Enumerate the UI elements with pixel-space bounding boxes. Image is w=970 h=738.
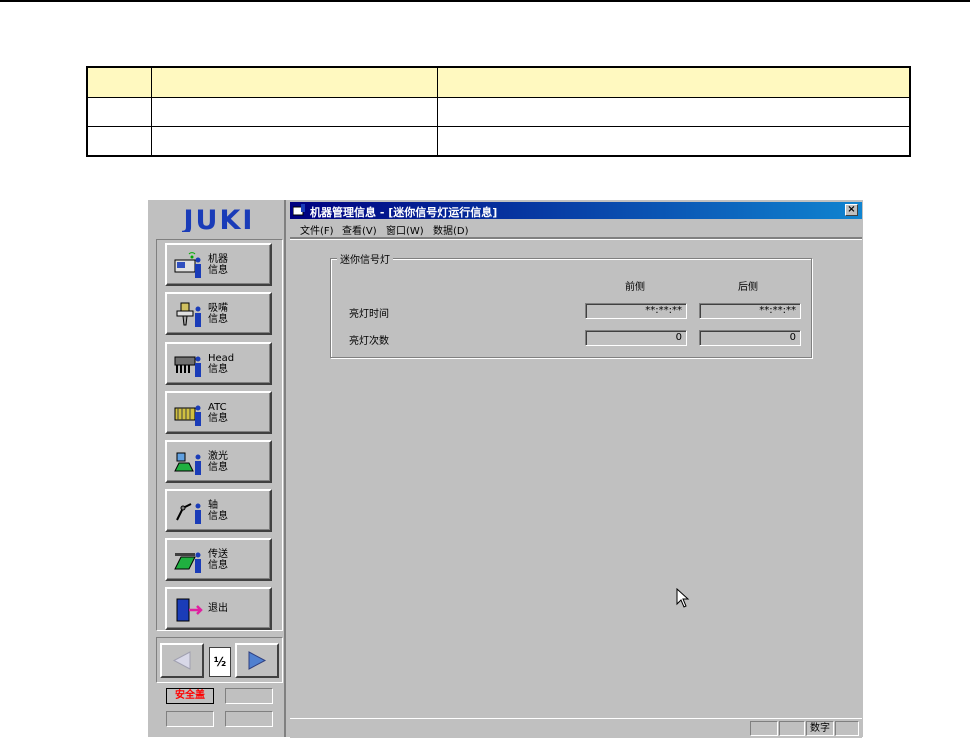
menu-view[interactable]: 查看(V): [342, 222, 377, 237]
column-header-rear: 后侧: [738, 282, 758, 293]
rear-on-time-field: **:**:**: [699, 303, 801, 319]
status-box: [166, 711, 214, 727]
table-header-row: [86, 66, 911, 98]
axis-info-icon: [176, 503, 201, 524]
table-row: [86, 97, 911, 127]
menubar: 文件(F) 查看(V) 窗口(W) 数据(D): [290, 219, 862, 237]
nav-label: 退出: [208, 603, 228, 614]
nozzle-info-icon: [176, 302, 201, 327]
front-on-count-field: 0: [585, 330, 687, 346]
table-cell: [150, 126, 438, 157]
table-row: [86, 126, 911, 157]
atc-info-icon: [174, 405, 201, 426]
right-arrow-icon: [248, 651, 267, 670]
nav-label: Head 信息: [208, 353, 235, 375]
row-label-on-time: 亮灯时间: [349, 309, 389, 320]
nav-button-exit[interactable]: 退出: [165, 587, 272, 630]
nav-button-axis-info[interactable]: 轴 信息: [165, 489, 272, 532]
next-page-button[interactable]: [235, 643, 279, 678]
rear-on-count-field: 0: [699, 330, 801, 346]
table-cell: [436, 97, 911, 127]
app-icon: [293, 204, 305, 216]
nav-label: 传送 信息: [208, 549, 228, 571]
status-pane: [779, 721, 805, 736]
statusbar: 数字: [290, 718, 862, 738]
status-pane: [835, 721, 859, 736]
nav-label: 吸嘴 信息: [208, 303, 228, 325]
menu-data[interactable]: 数据(D): [433, 222, 469, 237]
menu-window[interactable]: 窗口(W): [386, 222, 424, 237]
juki-logo-text: JUKI: [182, 206, 255, 232]
exit-door-icon: [176, 598, 203, 622]
nav-button-machine-info[interactable]: 机器 信息: [165, 243, 272, 286]
table-cell: [86, 97, 152, 127]
page-indicator: ½: [209, 647, 231, 677]
table-cell: [86, 126, 152, 157]
column-header-front: 前侧: [625, 282, 645, 293]
table-cell: [436, 66, 911, 98]
window-title: 机器管理信息 - [迷你信号灯运行信息]: [310, 206, 498, 219]
status-box: [225, 711, 273, 727]
nav-button-conveyor-info[interactable]: 传送 信息: [165, 538, 272, 581]
safety-cover-indicator: 安全盖: [166, 688, 214, 704]
machine-info-icon: [174, 252, 201, 278]
mouse-cursor-icon: [676, 588, 690, 608]
nav-label: 激光 信息: [208, 451, 228, 473]
status-box: [225, 688, 273, 704]
juki-logo: JUKI: [182, 206, 255, 232]
table-cell: [150, 66, 438, 98]
prev-page-button[interactable]: [160, 643, 204, 678]
front-on-time-field: **:**:**: [585, 303, 687, 319]
status-pane: [750, 721, 778, 736]
row-label-on-count: 亮灯次数: [349, 336, 389, 347]
window-titlebar[interactable]: 机器管理信息 - [迷你信号灯运行信息] ×: [290, 202, 862, 219]
nav-button-nozzle-info[interactable]: 吸嘴 信息: [165, 292, 272, 335]
nav-button-head-info[interactable]: Head 信息: [165, 342, 272, 385]
table-cell: [86, 66, 152, 98]
groupbox-title: 迷你信号灯: [337, 251, 393, 266]
menu-file[interactable]: 文件(F): [300, 222, 334, 237]
close-button[interactable]: ×: [845, 204, 858, 216]
nav-button-atc-info[interactable]: ATC 信息: [165, 391, 272, 434]
table-cell: [150, 97, 438, 127]
nav-label: 轴 信息: [208, 500, 228, 522]
laser-info-icon: [174, 452, 201, 475]
nav-label: ATC 信息: [208, 402, 228, 424]
table-cell: [436, 126, 911, 157]
nav-label: 机器 信息: [208, 254, 228, 276]
left-arrow-icon: [172, 651, 191, 670]
document-table: [86, 66, 911, 157]
page-top-rule: [0, 0, 970, 2]
conveyor-info-icon: [174, 552, 201, 573]
nav-button-laser-info[interactable]: 激光 信息: [165, 440, 272, 483]
head-info-icon: [174, 356, 201, 377]
status-pane-num: 数字: [806, 721, 834, 736]
